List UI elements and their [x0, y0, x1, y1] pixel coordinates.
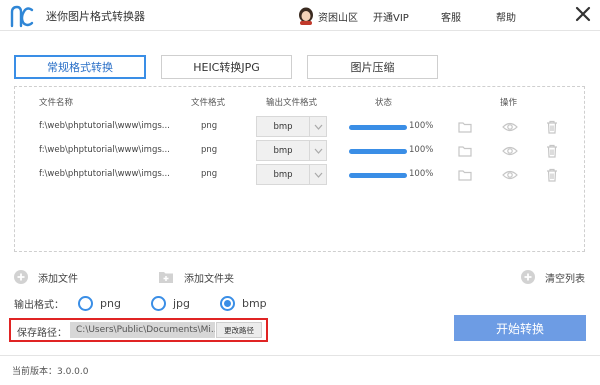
output-format-group: 输出格式： png jpg bmp: [14, 294, 287, 312]
start-convert-button[interactable]: 开始转换: [454, 315, 586, 341]
column-header-name: 文件名称: [39, 98, 74, 108]
eye-icon[interactable]: [502, 167, 518, 183]
folder-plus-icon: [159, 272, 173, 283]
eye-icon[interactable]: [502, 119, 518, 135]
app-logo-icon: [10, 5, 34, 28]
output-format-select[interactable]: bmp: [256, 140, 327, 161]
change-path-button[interactable]: 更改路径: [216, 322, 262, 338]
output-format-value: bmp: [273, 121, 293, 132]
chevron-down-icon[interactable]: [309, 165, 326, 184]
save-path-field[interactable]: C:\Users\Public\Documents\Mi...: [70, 322, 215, 338]
folder-icon[interactable]: [457, 143, 473, 159]
column-header-actions: 操作: [500, 98, 518, 108]
progress-bar: [349, 149, 407, 154]
file-format: png: [201, 121, 218, 131]
file-format: png: [201, 169, 218, 179]
add-folder-label: 添加文件夹: [184, 273, 234, 285]
progress-fill: [349, 125, 407, 130]
radio-png-label[interactable]: png: [100, 297, 121, 310]
folder-icon[interactable]: [457, 167, 473, 183]
output-format-select[interactable]: bmp: [256, 116, 327, 137]
add-file-button[interactable]: 添加文件: [14, 268, 78, 286]
user-account[interactable]: 资困山区: [298, 6, 358, 26]
table-header: 文件名称 文件格式 输出文件格式 状态 操作: [15, 96, 584, 110]
vip-link[interactable]: 开通VIP: [373, 9, 409, 24]
file-name: f:\web\phptutorial\www\imgs...: [39, 145, 170, 155]
tab-heic-to-jpg[interactable]: HEIC转换JPG: [161, 55, 292, 79]
radio-bmp-label[interactable]: bmp: [242, 297, 267, 310]
chevron-down-icon[interactable]: [309, 117, 326, 136]
eye-icon[interactable]: [502, 143, 518, 159]
app-title: 迷你图片格式转换器: [46, 10, 145, 23]
file-name: f:\web\phptutorial\www\imgs...: [39, 169, 170, 179]
radio-jpg-label[interactable]: jpg: [173, 297, 190, 310]
folder-icon[interactable]: [457, 119, 473, 135]
save-path-label: 保存路径：: [17, 328, 67, 339]
service-link[interactable]: 客服: [441, 9, 461, 24]
title-bar: 迷你图片格式转换器 资困山区 开通VIP 客服 帮助: [0, 0, 600, 31]
progress-bar: [349, 125, 407, 130]
progress-bar: [349, 173, 407, 178]
trash-icon[interactable]: [544, 167, 560, 183]
status-bar: 当前版本：3.0.0.0: [0, 355, 600, 385]
table-row[interactable]: f:\web\phptutorial\www\imgs... png bmp 1…: [15, 116, 584, 138]
user-name: 资困山区: [318, 12, 358, 24]
save-path-group: 保存路径： C:\Users\Public\Documents\Mi... 更改…: [9, 318, 268, 342]
add-file-label: 添加文件: [38, 273, 78, 285]
trash-icon[interactable]: [544, 143, 560, 159]
add-folder-button[interactable]: 添加文件夹: [158, 268, 234, 286]
output-format-value: bmp: [273, 169, 293, 180]
progress-percent: 100%: [409, 121, 434, 131]
file-table: 文件名称 文件格式 输出文件格式 状态 操作 f:\web\phptutoria…: [14, 86, 585, 252]
clear-list-label: 清空列表: [545, 273, 585, 285]
file-format: png: [201, 145, 218, 155]
plus-circle-icon: [521, 270, 535, 284]
radio-jpg[interactable]: [150, 295, 166, 311]
table-row[interactable]: f:\web\phptutorial\www\imgs... png bmp 1…: [15, 140, 584, 162]
tab-image-compress[interactable]: 图片压缩: [307, 55, 438, 79]
progress-fill: [349, 173, 407, 178]
progress-fill: [349, 149, 407, 154]
progress-percent: 100%: [409, 169, 434, 179]
output-format-value: bmp: [273, 145, 293, 156]
column-header-output: 输出文件格式: [266, 98, 318, 108]
output-format-select[interactable]: bmp: [256, 164, 327, 185]
mode-tabs: 常规格式转换 HEIC转换JPG 图片压缩: [14, 55, 444, 79]
version-label: 当前版本：3.0.0.0: [12, 367, 89, 377]
avatar: [299, 7, 313, 25]
output-format-label: 输出格式：: [14, 299, 64, 311]
table-row[interactable]: f:\web\phptutorial\www\imgs... png bmp 1…: [15, 164, 584, 186]
column-header-status: 状态: [375, 98, 393, 108]
column-header-format: 文件格式: [191, 98, 226, 108]
radio-png[interactable]: [78, 295, 93, 311]
trash-icon[interactable]: [544, 119, 560, 135]
plus-circle-icon: [14, 270, 28, 284]
clear-list-button[interactable]: 清空列表: [521, 268, 585, 286]
help-link[interactable]: 帮助: [496, 9, 516, 24]
close-icon[interactable]: [575, 6, 591, 22]
chevron-down-icon[interactable]: [309, 141, 326, 160]
radio-bmp[interactable]: [219, 295, 235, 311]
progress-percent: 100%: [409, 145, 434, 155]
file-name: f:\web\phptutorial\www\imgs...: [39, 121, 170, 131]
tab-general-conversion[interactable]: 常规格式转换: [14, 55, 146, 79]
